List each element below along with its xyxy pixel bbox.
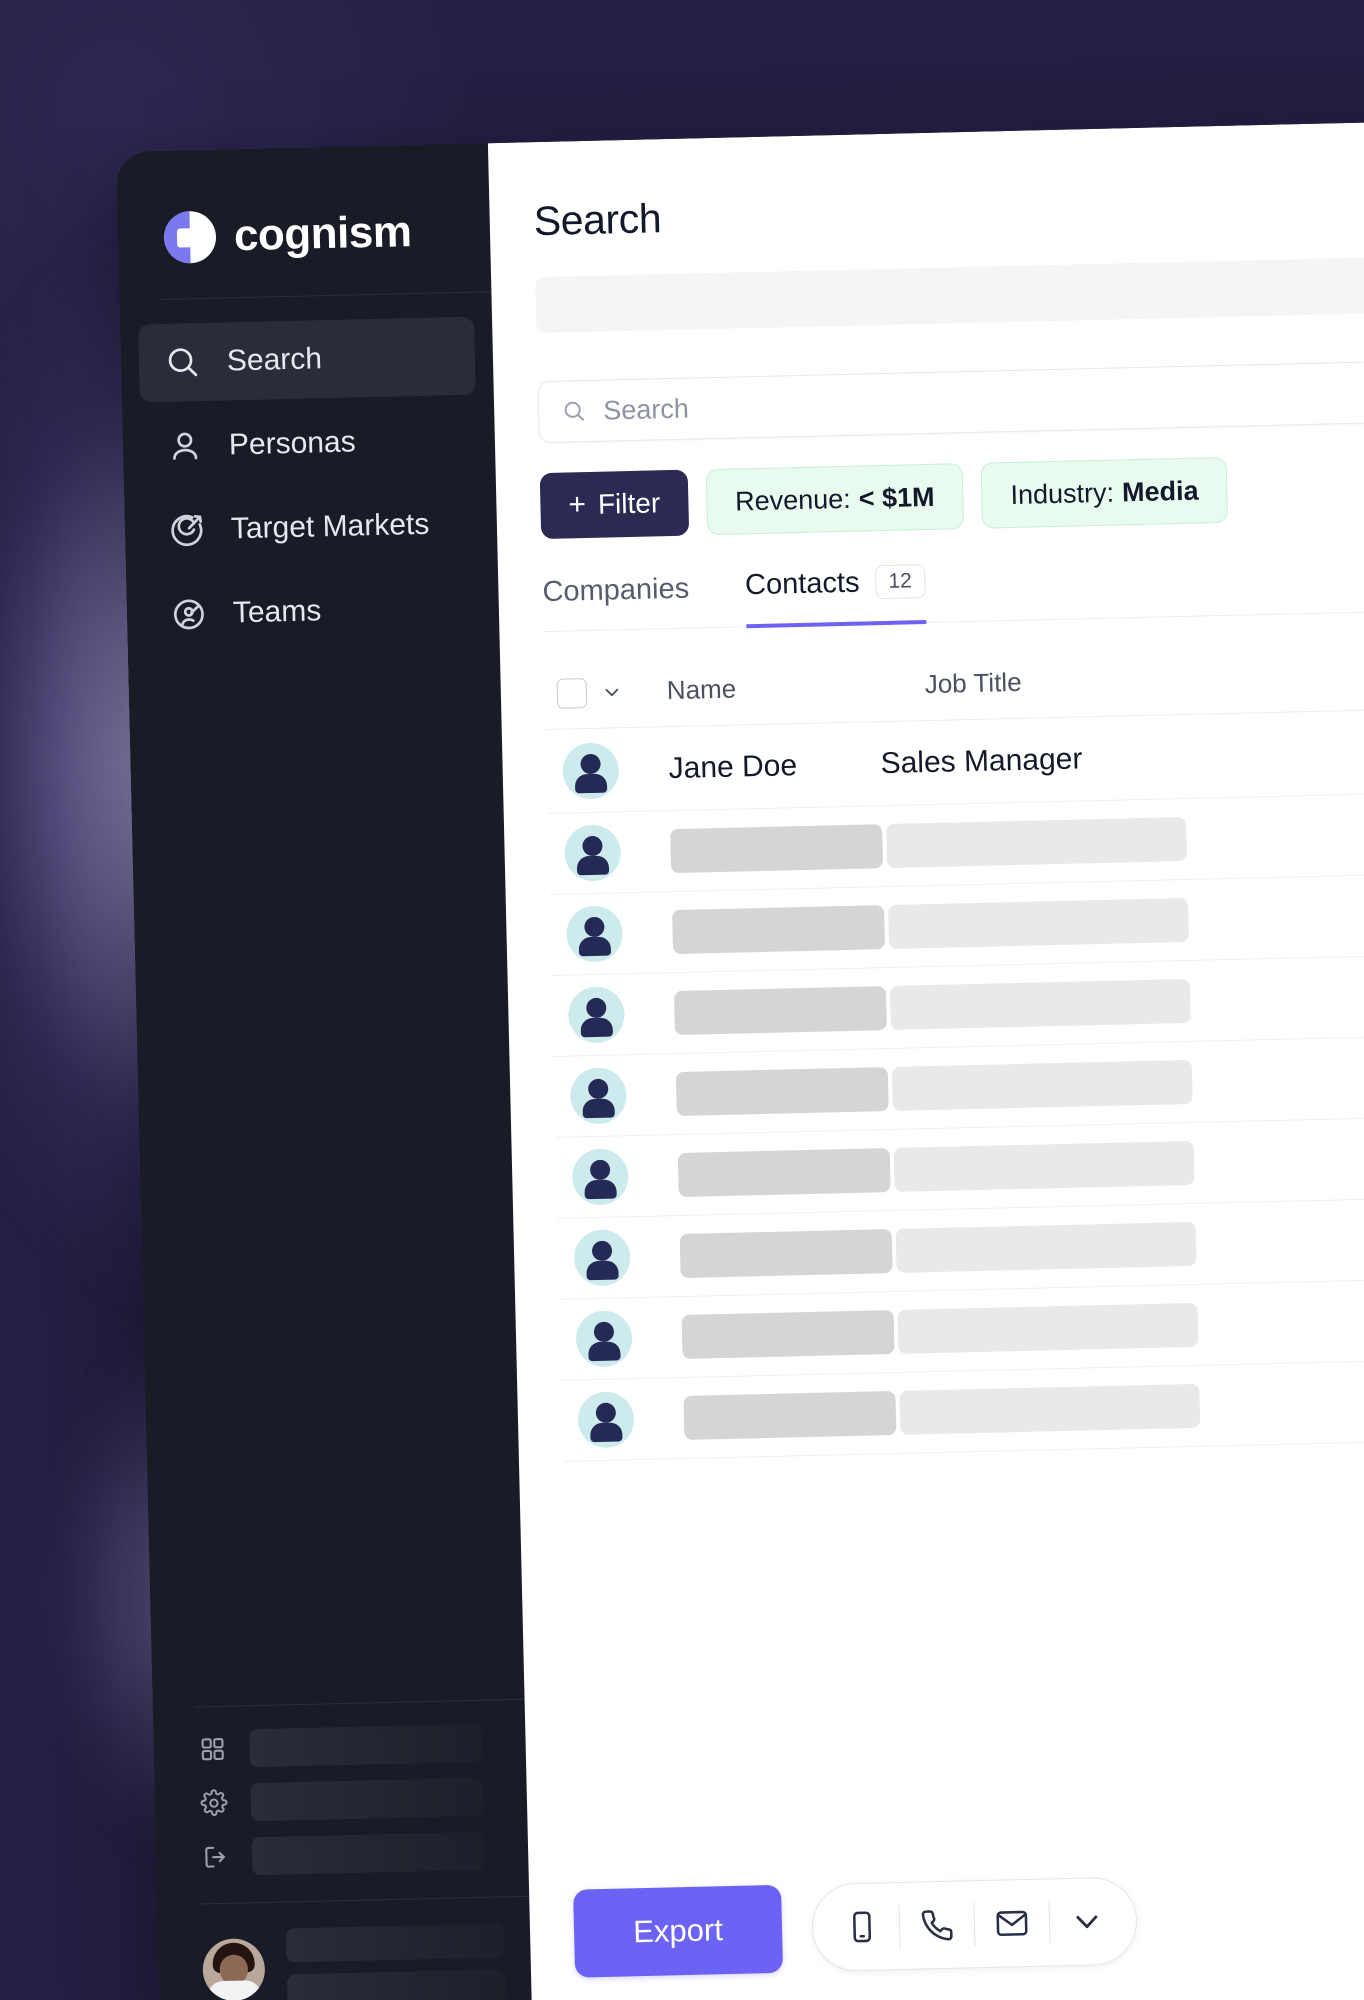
export-label: Export <box>632 1912 724 1950</box>
plus-icon: + <box>568 488 587 522</box>
checkbox-icon[interactable] <box>556 677 588 709</box>
tab-count-badge: 12 <box>875 564 926 600</box>
cell-name-skeleton <box>672 905 885 955</box>
sidebar-skeleton-bar <box>251 1831 485 1876</box>
tab-contacts[interactable]: Contacts 12 <box>744 564 926 629</box>
cell-job-skeleton <box>891 1059 1193 1111</box>
sidebar-user-profile[interactable] <box>157 1897 532 2000</box>
contact-avatar-icon <box>573 1229 631 1287</box>
chevron-down-icon[interactable] <box>601 681 624 704</box>
app-window: cognism Search Personas Target Markets T… <box>116 120 1364 2000</box>
gear-icon <box>199 1788 230 1819</box>
person-icon <box>164 426 205 467</box>
logout-icon <box>200 1842 231 1873</box>
add-filter-label: Filter <box>597 487 661 520</box>
table-footer-actions: Export <box>573 1876 1138 1978</box>
cell-job-skeleton <box>887 897 1189 950</box>
sidebar-bottom-item-apps[interactable] <box>171 1722 508 1770</box>
brand-name: cognism <box>233 207 412 261</box>
contact-avatar-icon <box>567 986 626 1044</box>
column-header-job-title[interactable]: Job Title <box>924 657 1364 700</box>
export-button[interactable]: Export <box>573 1884 784 1978</box>
contact-avatar-icon <box>575 1310 633 1368</box>
page-title: Search <box>533 195 662 245</box>
cell-name-skeleton <box>673 986 887 1036</box>
sidebar-skeleton-bar <box>249 1723 483 1768</box>
cell-job-skeleton <box>895 1221 1197 1273</box>
filter-chip-revenue[interactable]: Revenue: < $1M <box>705 463 965 536</box>
email-icon[interactable] <box>975 1905 1050 1943</box>
tab-companies[interactable]: Companies <box>542 573 690 631</box>
sidebar-item-teams[interactable]: Teams <box>144 569 482 655</box>
cell-job-skeleton <box>886 816 1188 869</box>
select-all-cell[interactable] <box>545 676 668 709</box>
tab-label: Companies <box>542 572 690 609</box>
filter-chip-label: Revenue: <box>734 483 852 517</box>
sidebar-nav: Search Personas Target Markets Teams <box>120 292 500 655</box>
sidebar-item-label: Personas <box>228 425 357 462</box>
cell-name-skeleton <box>670 824 884 874</box>
contact-avatar-icon <box>569 1067 628 1125</box>
sidebar-item-personas[interactable]: Personas <box>140 401 478 487</box>
search-icon <box>163 342 204 383</box>
sidebar-user-skeletons <box>285 1923 506 2000</box>
main-panel: Search Search + Filter Revenue: < $1M In… <box>487 120 1364 2000</box>
cell-job-skeleton <box>897 1302 1199 1354</box>
contact-avatar-icon <box>563 824 622 882</box>
contact-avatar-icon <box>565 905 624 963</box>
filter-chip-value: < $1M <box>858 481 935 514</box>
cell-name-skeleton <box>679 1229 893 1279</box>
search-input[interactable]: Search <box>537 359 1364 444</box>
sidebar-item-search[interactable]: Search <box>138 316 476 403</box>
sidebar-bottom-links <box>153 1700 529 1879</box>
result-tabs: Companies Contacts 12 <box>542 551 1364 633</box>
add-filter-button[interactable]: + Filter <box>539 469 689 540</box>
search-placeholder: Search <box>602 393 690 426</box>
cell-name-skeleton <box>677 1148 891 1198</box>
sidebar-skeleton-bar <box>285 1923 505 1963</box>
cell-name-skeleton <box>681 1310 895 1359</box>
contact-avatar-icon <box>571 1148 629 1206</box>
cell-job-skeleton <box>889 978 1191 1030</box>
contact-avatar-icon <box>577 1391 635 1449</box>
filter-chip-value: Media <box>1121 475 1199 507</box>
header-skeleton-bar <box>535 255 1364 334</box>
cell-name-skeleton <box>675 1067 889 1117</box>
cell-name: Jane Doe <box>668 748 798 785</box>
search-icon <box>561 398 588 425</box>
column-header-name[interactable]: Name <box>666 669 925 706</box>
sidebar-skeleton-bar <box>286 1969 506 2000</box>
contacts-table: Name Job Title Jane Doe Sales Manager <box>544 636 1364 1462</box>
phone-icon[interactable] <box>900 1906 975 1944</box>
avatar <box>202 1938 266 2000</box>
page-backdrop: cognism Search Personas Target Markets T… <box>0 0 1364 2000</box>
sidebar-item-label: Target Markets <box>230 507 430 546</box>
brand-logo[interactable]: cognism <box>116 143 491 278</box>
cell-job-title: Sales Manager <box>880 741 1083 780</box>
contact-avatar-icon <box>562 741 620 800</box>
cell-name-skeleton <box>683 1390 897 1440</box>
target-arrow-icon <box>166 510 207 551</box>
globe-user-icon <box>168 594 209 635</box>
chevron-down-icon[interactable] <box>1050 1903 1125 1941</box>
sidebar-item-label: Teams <box>232 594 322 630</box>
cell-job-skeleton <box>893 1140 1195 1192</box>
filter-chip-label: Industry: <box>1010 477 1115 510</box>
contact-action-group <box>811 1876 1138 1973</box>
filter-chip-industry[interactable]: Industry: Media <box>980 456 1229 529</box>
cognism-logo-mark-icon <box>163 210 217 264</box>
tab-label: Contacts <box>744 566 860 601</box>
mobile-phone-icon[interactable] <box>825 1908 900 1946</box>
sidebar-bottom-item-logout[interactable] <box>174 1830 511 1878</box>
cell-job-skeleton <box>899 1383 1201 1435</box>
filter-row: + Filter Revenue: < $1M Industry: Media <box>539 452 1364 540</box>
sidebar: cognism Search Personas Target Markets T… <box>116 143 533 2000</box>
sidebar-skeleton-bar <box>250 1777 484 1822</box>
sidebar-bottom-item-settings[interactable] <box>172 1776 509 1824</box>
sidebar-item-label: Search <box>226 342 323 378</box>
sidebar-item-target-markets[interactable]: Target Markets <box>142 485 480 571</box>
grid-apps-icon <box>197 1734 228 1765</box>
